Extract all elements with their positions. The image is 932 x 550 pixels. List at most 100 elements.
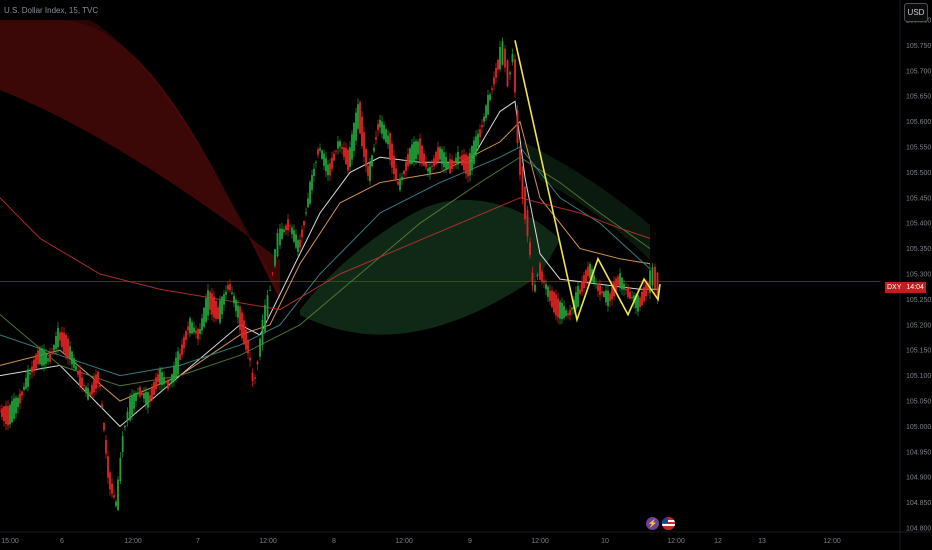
y-tick-label: 105.700	[906, 68, 931, 75]
candle-body	[285, 225, 287, 231]
candle-body	[529, 242, 531, 255]
candle-body	[504, 48, 506, 68]
candle-body	[557, 298, 559, 318]
candle-body	[453, 161, 455, 164]
candle-body	[269, 290, 271, 292]
chart-root[interactable]: 105.800105.750105.700105.650105.600105.5…	[0, 0, 932, 550]
candle-body	[43, 350, 45, 366]
candle-body	[9, 405, 11, 425]
y-tick-label: 105.250	[906, 297, 931, 304]
candle-body	[189, 318, 191, 334]
candle-body	[281, 228, 283, 239]
candle-body	[459, 157, 461, 160]
candle-body	[159, 368, 161, 385]
candle-body	[475, 136, 477, 156]
candle-body	[151, 387, 153, 400]
y-tick-label: 105.100	[906, 373, 931, 380]
candle-body	[177, 351, 179, 375]
currency-button[interactable]: USD	[904, 3, 928, 22]
candle-body	[493, 77, 495, 85]
candle-body	[5, 405, 7, 424]
candle-body	[121, 436, 124, 453]
candle-body	[187, 326, 189, 331]
candle-body	[357, 104, 359, 129]
candle-body	[363, 132, 365, 157]
y-tick-label: 105.300	[906, 272, 931, 279]
candle-body	[524, 186, 526, 220]
candle-body	[75, 366, 77, 370]
candle-body	[305, 212, 307, 214]
candle-body	[55, 336, 57, 350]
y-tick-label: 105.000	[906, 424, 931, 431]
candle-body	[197, 328, 199, 340]
candle-body	[17, 397, 19, 408]
candle-body	[516, 110, 519, 144]
candle-body	[485, 105, 487, 119]
candle-body	[463, 154, 465, 171]
candle-body	[617, 276, 619, 286]
candle-body	[465, 154, 467, 175]
candle-body	[59, 332, 61, 341]
x-tick-label: 13	[758, 538, 766, 545]
candle-body	[567, 313, 569, 316]
candle-body	[431, 165, 433, 167]
candle-body	[641, 291, 643, 306]
candle-body	[315, 162, 317, 164]
candle-body	[539, 263, 541, 280]
candle-body	[93, 379, 95, 393]
candle-body	[607, 290, 609, 307]
current-price-tag: DXY 14:04	[885, 282, 926, 293]
candle-body	[421, 145, 423, 164]
candle-body	[297, 240, 299, 252]
candle-body	[429, 167, 431, 174]
candle-body	[245, 329, 247, 350]
y-tick-label: 105.500	[906, 170, 931, 177]
x-tick-label: 8	[332, 538, 336, 545]
candle-body	[251, 372, 254, 382]
candle-body	[19, 393, 21, 404]
candle-body	[583, 275, 585, 289]
candle-body	[514, 59, 516, 93]
x-tick-label: 15:00	[1, 538, 19, 545]
candle-body	[491, 88, 493, 90]
candle-body	[441, 149, 443, 165]
candle-body	[133, 393, 135, 409]
candle-body	[335, 150, 337, 152]
candle-body	[629, 291, 631, 299]
candle-body	[183, 337, 185, 349]
candle-body	[235, 299, 237, 312]
flag-icon-shape	[662, 517, 675, 530]
price-chart[interactable]: 105.800105.750105.700105.650105.600105.5…	[0, 0, 932, 550]
candle-body	[593, 275, 595, 283]
candle-body	[427, 168, 429, 172]
chart-title: U.S. Dollar Index, 15, TVC	[4, 6, 99, 15]
x-tick-label: 12:00	[259, 538, 277, 545]
candle-body	[41, 348, 43, 366]
candle-body	[185, 331, 187, 340]
candle-body	[435, 151, 437, 165]
candle-body	[254, 377, 256, 379]
candle-body	[237, 305, 239, 318]
candle-body	[79, 369, 81, 386]
candle-body	[217, 307, 219, 319]
x-tick-label: 12	[714, 538, 722, 545]
candle-body	[563, 306, 565, 319]
candle-body	[29, 372, 31, 375]
candle-body	[309, 181, 311, 204]
us-flag-icon[interactable]	[662, 517, 675, 530]
candle-body	[317, 149, 319, 155]
candle-body	[495, 67, 497, 78]
candle-body	[147, 392, 149, 408]
y-tick-label: 105.450	[906, 195, 931, 202]
candle-body	[559, 301, 561, 319]
candle-body	[215, 301, 217, 319]
candle-body	[161, 372, 163, 386]
candle-body	[487, 95, 489, 115]
candle-body	[241, 312, 243, 338]
candle-body	[33, 359, 35, 372]
flash-icon[interactable]: ⚡	[646, 517, 659, 530]
candle-body	[545, 284, 547, 290]
candle-body	[423, 153, 425, 166]
candle-body	[53, 344, 55, 351]
candle-body	[313, 168, 315, 176]
